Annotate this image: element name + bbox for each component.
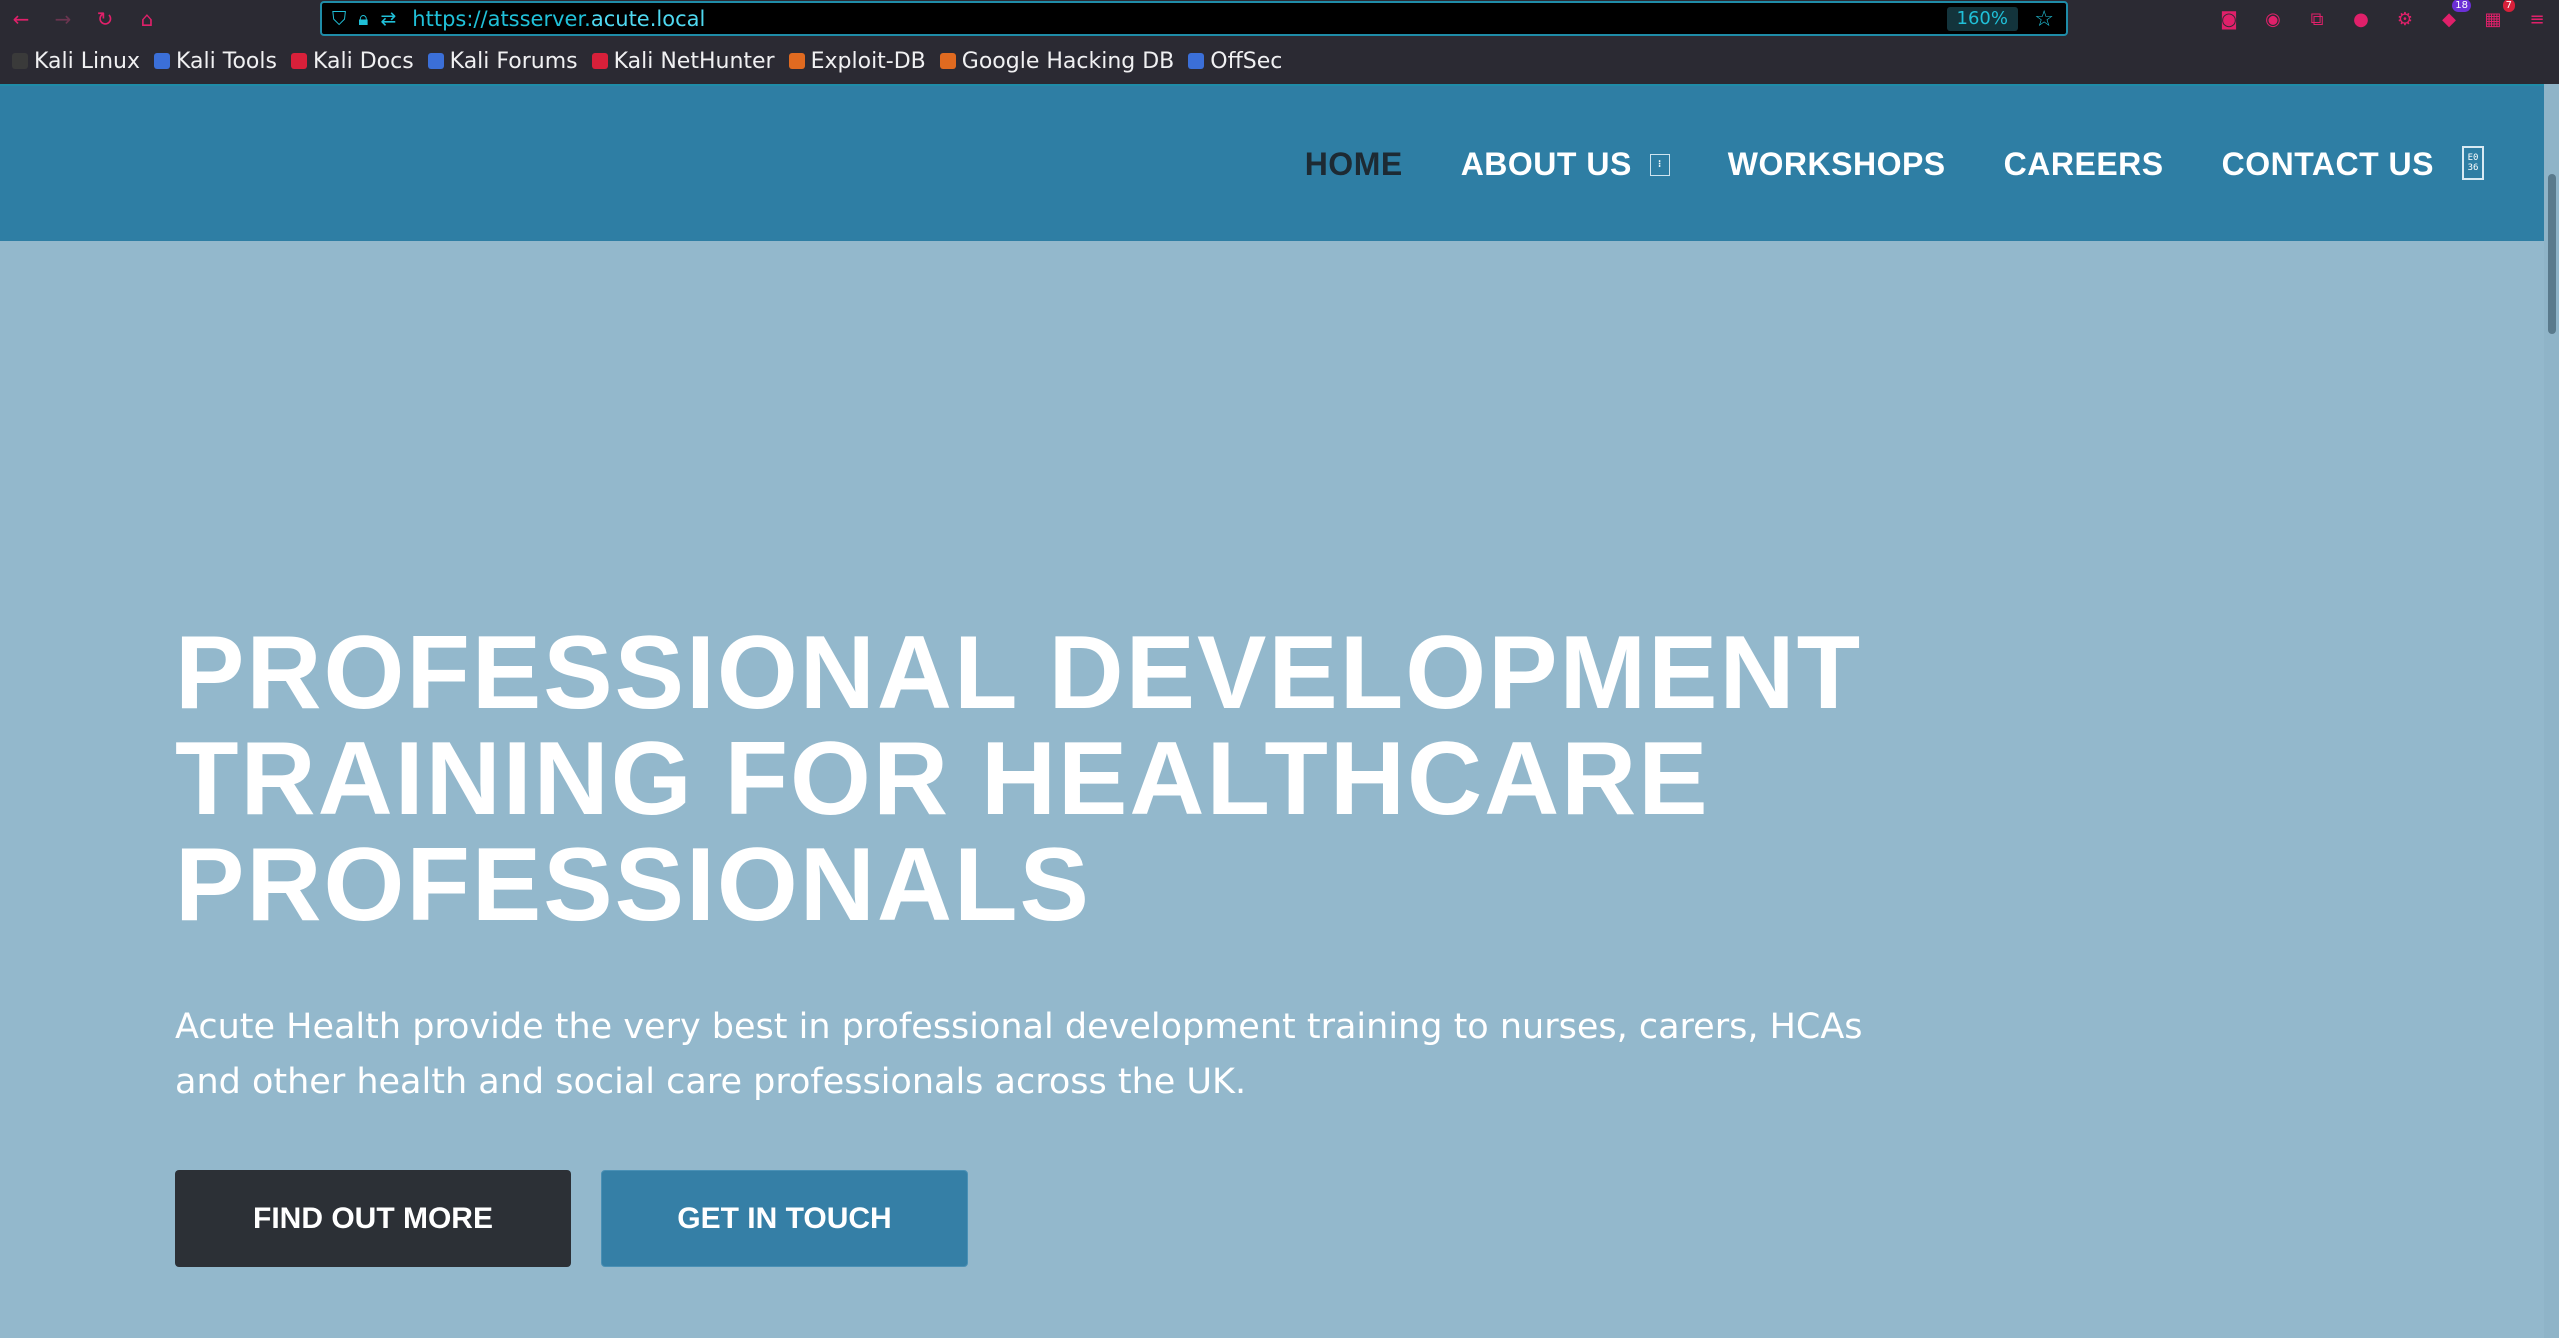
offsec-icon xyxy=(1188,53,1205,69)
get-in-touch-button[interactable]: GET IN TOUCH xyxy=(601,1170,968,1267)
bookmark-kali-tools[interactable]: Kali Tools xyxy=(154,49,277,74)
addon-badge: 18 xyxy=(2452,0,2471,12)
bookmark-label: Kali Linux xyxy=(34,48,141,74)
menu-icon[interactable]: ≡ xyxy=(2525,7,2549,31)
lock-icon[interactable]: 🔒︎ xyxy=(358,8,368,30)
kali-nethunter-icon xyxy=(591,53,608,69)
hero-title: PROFESSIONAL DEVELOPMENT TRAINING FOR HE… xyxy=(175,620,2075,938)
calendar-badge: 7 xyxy=(2502,0,2515,12)
bookmark-star-icon[interactable]: ☆ xyxy=(2034,7,2054,32)
bookmark-kali-linux[interactable]: Kali Linux xyxy=(12,49,140,74)
bookmark-google-hacking-db[interactable]: Google Hacking DB xyxy=(939,48,1175,74)
bookmark-kali-docs[interactable]: Kali Docs xyxy=(290,48,414,74)
extensions-icon[interactable]: ⧉ xyxy=(2305,7,2329,31)
calendar-icon[interactable]: ▦ 7 xyxy=(2481,0,2515,31)
browser-toolbar: ← → ↻ ⌂ ⛉ 🔒︎ ⇄ https://atsserver.acute.l… xyxy=(0,0,2559,38)
kali-docs-icon xyxy=(290,53,307,69)
nav-contact-us[interactable]: CONTACT US xyxy=(2222,146,2434,183)
account-icon[interactable]: ◉ xyxy=(2261,7,2285,31)
find-out-more-button[interactable]: FIND OUT MORE xyxy=(175,1170,571,1267)
nav-about-us[interactable]: ABOUT US ⁝ xyxy=(1461,146,1670,183)
exploit-db-icon xyxy=(788,53,805,69)
page-scrollbar[interactable] xyxy=(2544,84,2559,1338)
nav-workshops[interactable]: WORKSHOPS xyxy=(1728,146,1946,183)
bookmark-label: Kali Forums xyxy=(449,48,578,74)
hero-title-line-2: TRAINING FOR HEALTHCARE xyxy=(175,721,1710,837)
zoom-level[interactable]: 160% xyxy=(1946,7,2018,31)
hero-buttons: FIND OUT MORE GET IN TOUCH xyxy=(175,1170,2075,1267)
settings-gear-icon[interactable]: ⚙ xyxy=(2393,7,2417,31)
hero-subtitle: Acute Health provide the very best in pr… xyxy=(175,1007,1863,1102)
permissions-icon[interactable]: ⇄ xyxy=(380,8,396,30)
bookmark-label: Kali Tools xyxy=(176,48,277,74)
home-icon[interactable]: ⌂ xyxy=(126,0,168,38)
back-icon[interactable]: ← xyxy=(0,0,42,38)
hero-section: PROFESSIONAL DEVELOPMENT TRAINING FOR HE… xyxy=(175,620,2075,1267)
bookmark-label: Kali NetHunter xyxy=(613,48,775,74)
bookmark-offsec[interactable]: OffSec xyxy=(1188,49,1282,74)
menu-toggle-icon[interactable]: E0 36 xyxy=(2462,146,2484,180)
address-bar[interactable]: ⛉ 🔒︎ ⇄ https://atsserver.acute.local 160… xyxy=(320,1,2068,36)
hero-title-line-3: PROFESSIONALS xyxy=(175,827,1091,943)
scrollbar-thumb[interactable] xyxy=(2548,174,2556,334)
nav-workshops-label: WORKSHOPS xyxy=(1727,146,1946,182)
kali-linux-icon xyxy=(12,53,28,69)
ghdb-icon xyxy=(939,53,956,69)
kali-tools-icon xyxy=(154,53,171,69)
pocket-icon[interactable]: ◙ xyxy=(2217,7,2241,31)
bookmark-label: Kali Docs xyxy=(312,48,414,74)
addon-icon[interactable]: ◆ 18 xyxy=(2437,0,2471,31)
nav-home-label: HOME xyxy=(1304,146,1403,182)
hero-title-line-1: PROFESSIONAL DEVELOPMENT xyxy=(175,615,1863,731)
extensions-area: ◙ ◉ ⧉ ● ⚙ ◆ 18 ▦ 7 ≡ xyxy=(2217,0,2549,38)
bookmark-label: OffSec xyxy=(1210,48,1283,74)
bookmark-kali-nethunter[interactable]: Kali NetHunter xyxy=(591,48,775,74)
bookmark-label: Exploit-DB xyxy=(810,48,926,74)
site-header: HOME ABOUT US ⁝ WORKSHOPS CAREERS CONTACT… xyxy=(0,84,2544,241)
kali-forums-icon xyxy=(427,53,444,69)
cookie-extension-icon[interactable]: ● xyxy=(2349,7,2373,31)
bookmark-label: Google Hacking DB xyxy=(961,48,1175,74)
bookmark-kali-forums[interactable]: Kali Forums xyxy=(427,48,578,74)
shield-icon[interactable]: ⛉ xyxy=(332,8,346,30)
main-nav: HOME ABOUT US ⁝ WORKSHOPS CAREERS CONTACT… xyxy=(1305,86,2434,243)
url-text[interactable]: https://atsserver.acute.local xyxy=(412,7,705,31)
forward-icon[interactable]: → xyxy=(42,0,84,38)
nav-contact-label: CONTACT US xyxy=(2221,146,2434,182)
nav-about-label: ABOUT US xyxy=(1460,146,1632,182)
nav-home[interactable]: HOME xyxy=(1305,146,1403,183)
bookmarks-bar: Kali Linux Kali Tools Kali Docs Kali For… xyxy=(0,38,2559,84)
nav-careers-label: CAREERS xyxy=(2003,146,2164,182)
nav-careers[interactable]: CAREERS xyxy=(2004,146,2164,183)
bookmark-exploit-db[interactable]: Exploit-DB xyxy=(788,48,926,74)
reload-icon[interactable]: ↻ xyxy=(84,0,126,38)
dropdown-caret-icon[interactable]: ⁝ xyxy=(1649,153,1670,176)
